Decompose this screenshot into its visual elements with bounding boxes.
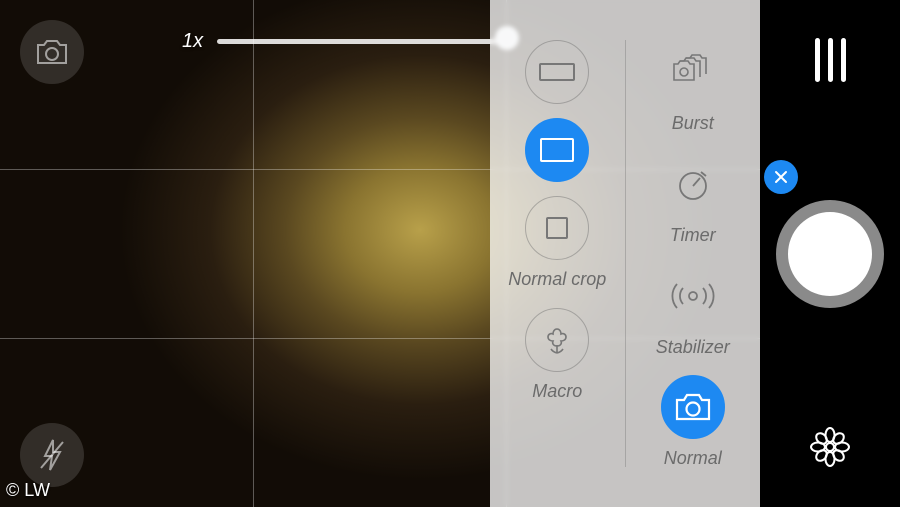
close-icon bbox=[774, 170, 788, 184]
zoom-slider-track[interactable] bbox=[217, 39, 507, 44]
flower-icon bbox=[540, 323, 574, 357]
timer-label: Timer bbox=[670, 226, 716, 246]
zoom-control: 1x bbox=[182, 30, 507, 53]
camera-icon bbox=[674, 391, 712, 423]
grid-line bbox=[253, 0, 254, 507]
bar-icon bbox=[815, 38, 820, 82]
aspect-crop-option[interactable] bbox=[525, 196, 589, 260]
burst-icon bbox=[668, 52, 718, 92]
watermark: © LW bbox=[6, 480, 50, 501]
zoom-label: 1x bbox=[182, 30, 203, 53]
close-panel-button[interactable] bbox=[764, 160, 798, 194]
shutter-sidebar bbox=[760, 0, 900, 507]
aspect-normal-option[interactable] bbox=[525, 118, 589, 182]
camera-icon bbox=[34, 37, 70, 67]
shutter-group bbox=[776, 200, 884, 308]
settings-bars-button[interactable] bbox=[815, 38, 846, 82]
crop-square-icon bbox=[546, 217, 568, 239]
normal-mode-label: Normal bbox=[664, 449, 722, 469]
aspect-wide-option[interactable] bbox=[525, 40, 589, 104]
flower-effects-icon bbox=[808, 425, 852, 469]
effects-button[interactable] bbox=[808, 425, 852, 469]
flash-button[interactable] bbox=[20, 423, 84, 487]
crop-label: Normal crop bbox=[508, 270, 606, 290]
burst-option[interactable] bbox=[661, 40, 725, 104]
mode-column: Burst Timer bbox=[626, 0, 761, 507]
bar-icon bbox=[828, 38, 833, 82]
timer-option[interactable] bbox=[661, 152, 725, 216]
normal-mode-option[interactable] bbox=[661, 375, 725, 439]
flash-off-icon bbox=[37, 438, 67, 472]
wide-rect-icon bbox=[539, 63, 575, 81]
normal-rect-icon bbox=[540, 138, 574, 162]
stabilizer-label: Stabilizer bbox=[656, 338, 730, 358]
macro-label: Macro bbox=[532, 382, 582, 402]
settings-panel: Normal crop Macro bbox=[490, 0, 760, 507]
burst-label: Burst bbox=[672, 114, 714, 134]
stabilizer-icon bbox=[666, 281, 720, 311]
bar-icon bbox=[841, 38, 846, 82]
crop-column: Normal crop Macro bbox=[490, 0, 625, 507]
macro-option[interactable] bbox=[525, 308, 589, 372]
timer-icon bbox=[673, 164, 713, 204]
switch-camera-button[interactable] bbox=[20, 20, 84, 84]
shutter-button[interactable] bbox=[776, 200, 884, 308]
camera-app: 1x Normal crop bbox=[0, 0, 900, 507]
stabilizer-option[interactable] bbox=[661, 264, 725, 328]
